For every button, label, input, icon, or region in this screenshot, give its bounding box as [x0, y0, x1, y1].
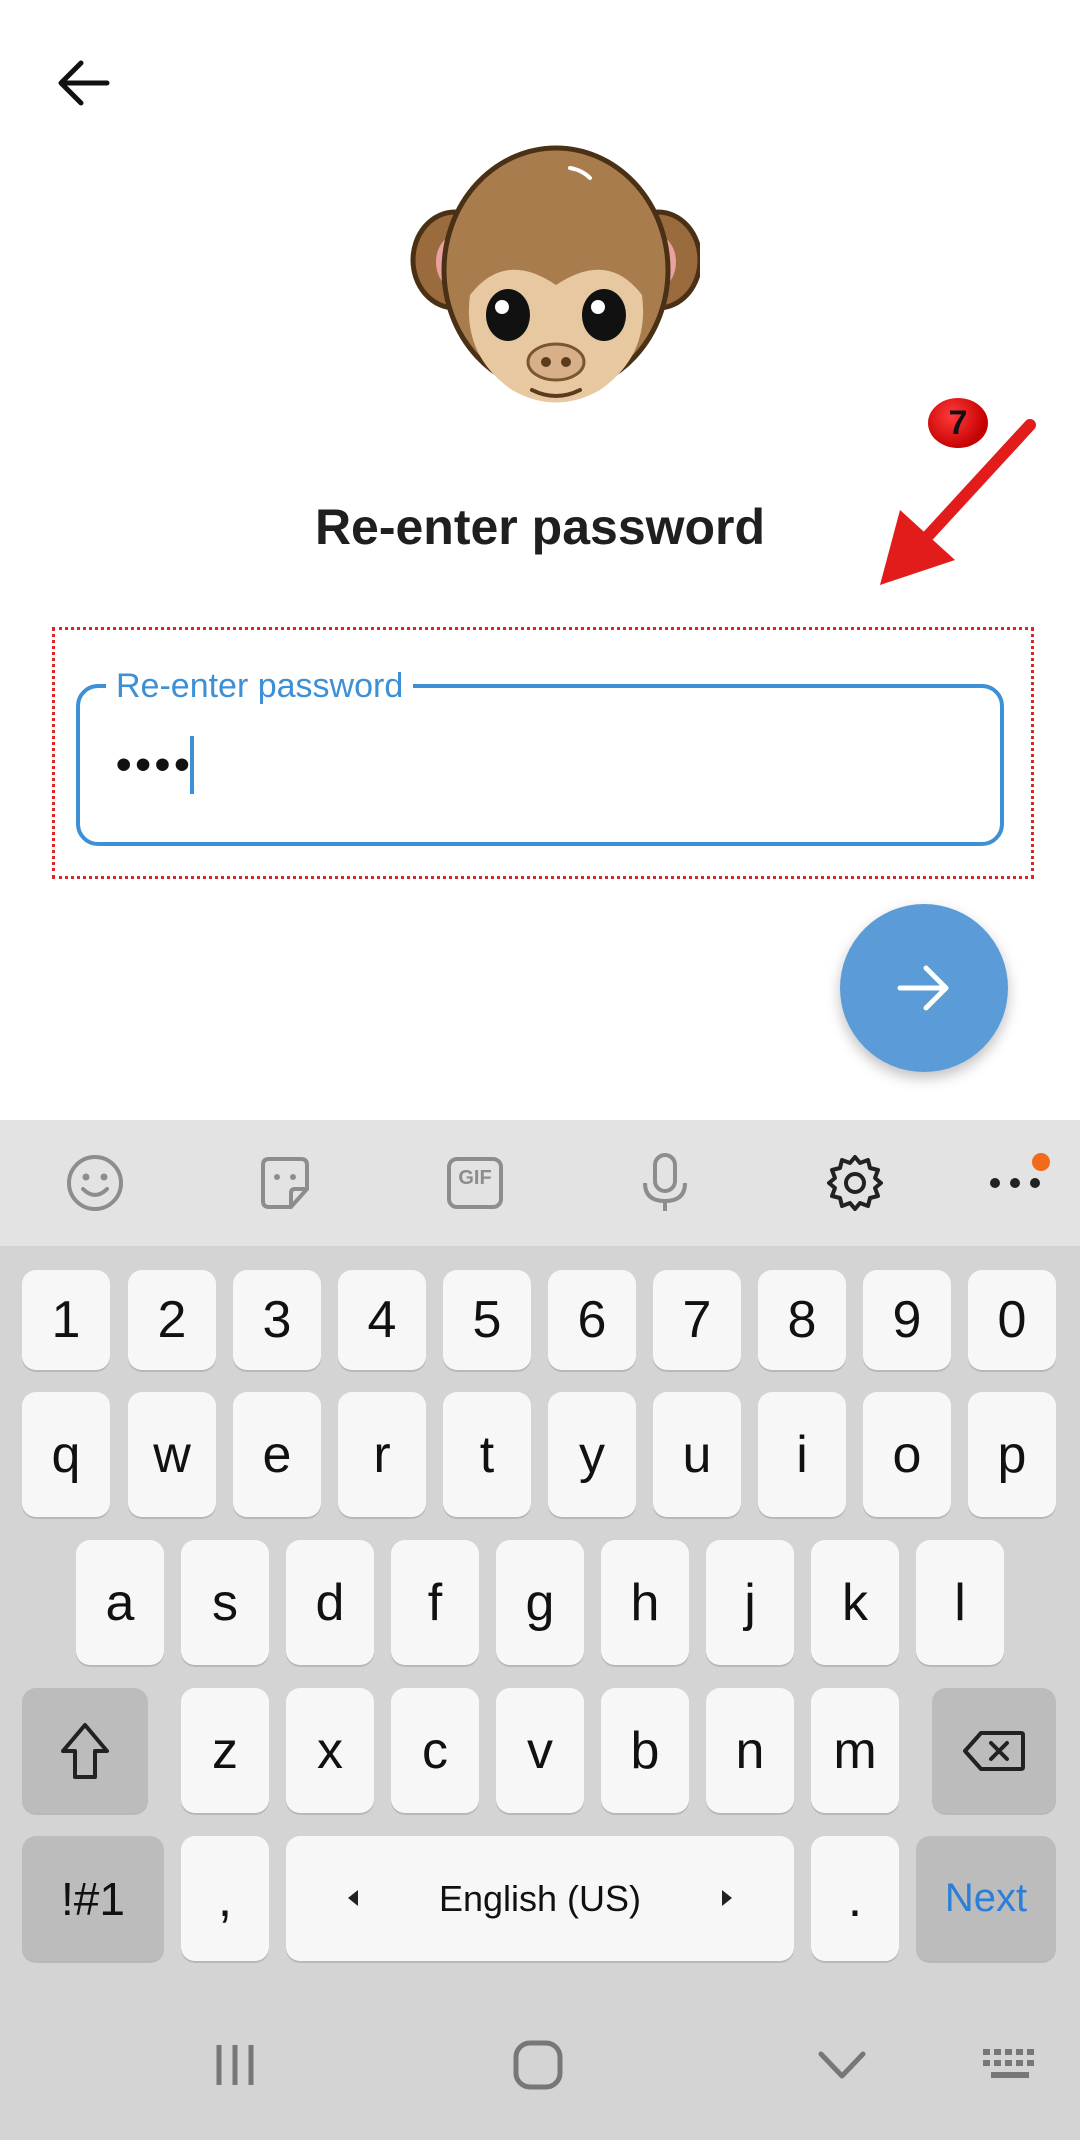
home-icon[interactable]: [493, 2030, 583, 2100]
comma-key[interactable]: ,: [181, 1836, 269, 1961]
key-8[interactable]: 8: [758, 1270, 846, 1370]
settings-gear-icon[interactable]: [820, 1148, 890, 1218]
arrow-right-icon: [897, 965, 949, 1011]
back-button[interactable]: [40, 40, 126, 126]
key-j[interactable]: j: [706, 1540, 794, 1665]
arrow-left-icon: [58, 60, 110, 106]
key-t[interactable]: t: [443, 1392, 531, 1517]
key-d[interactable]: d: [286, 1540, 374, 1665]
key-w[interactable]: w: [128, 1392, 216, 1517]
key-4[interactable]: 4: [338, 1270, 426, 1370]
key-v[interactable]: v: [496, 1688, 584, 1813]
backspace-key[interactable]: [932, 1688, 1056, 1813]
text-cursor: [190, 736, 194, 794]
key-c[interactable]: c: [391, 1688, 479, 1813]
key-m[interactable]: m: [811, 1688, 899, 1813]
key-b[interactable]: b: [601, 1688, 689, 1813]
annotation-step-badge: 7: [928, 398, 988, 448]
sticker-icon[interactable]: [250, 1148, 320, 1218]
key-e[interactable]: e: [233, 1392, 321, 1517]
shift-arrow-icon: [61, 1722, 109, 1779]
password-input-value: ••••: [116, 740, 194, 789]
key-n[interactable]: n: [706, 1688, 794, 1813]
microphone-icon[interactable]: [630, 1148, 700, 1218]
back-chevron-icon[interactable]: [797, 2030, 887, 2100]
key-s[interactable]: s: [181, 1540, 269, 1665]
key-h[interactable]: h: [601, 1540, 689, 1665]
key-5[interactable]: 5: [443, 1270, 531, 1370]
symbols-key[interactable]: !#1: [22, 1836, 164, 1961]
password-input[interactable]: [76, 684, 1004, 846]
key-r[interactable]: r: [338, 1392, 426, 1517]
notification-dot: [1032, 1153, 1050, 1171]
key-l[interactable]: l: [916, 1540, 1004, 1665]
key-k[interactable]: k: [811, 1540, 899, 1665]
key-y[interactable]: y: [548, 1392, 636, 1517]
password-input-label: Re-enter password: [106, 664, 414, 708]
key-q[interactable]: q: [22, 1392, 110, 1517]
key-a[interactable]: a: [76, 1540, 164, 1665]
key-3[interactable]: 3: [233, 1270, 321, 1370]
key-f[interactable]: f: [391, 1540, 479, 1665]
key-u[interactable]: u: [653, 1392, 741, 1517]
gif-label: GIF: [458, 1167, 492, 1189]
keyboard-toolbar: [0, 1120, 1080, 1246]
space-key[interactable]: English (US): [286, 1836, 794, 1961]
next-button[interactable]: [840, 904, 1008, 1072]
key-6[interactable]: 6: [548, 1270, 636, 1370]
next-key[interactable]: Next: [916, 1836, 1056, 1961]
key-9[interactable]: 9: [863, 1270, 951, 1370]
shift-key[interactable]: [22, 1688, 148, 1813]
space-key-label: English (US): [438, 1877, 642, 1919]
recents-icon[interactable]: [190, 2030, 280, 2100]
key-7[interactable]: 7: [653, 1270, 741, 1370]
period-key[interactable]: .: [811, 1836, 899, 1961]
keyboard-switch-icon[interactable]: [966, 2030, 1056, 2100]
key-p[interactable]: p: [968, 1392, 1056, 1517]
monkey-face-icon: [410, 140, 703, 420]
backspace-icon: [963, 1730, 1025, 1771]
gif-icon[interactable]: GIF: [440, 1148, 510, 1218]
key-2[interactable]: 2: [128, 1270, 216, 1370]
key-z[interactable]: z: [181, 1688, 269, 1813]
cursor-right-icon: [722, 1890, 732, 1906]
key-g[interactable]: g: [496, 1540, 584, 1665]
key-0[interactable]: 0: [968, 1270, 1056, 1370]
cursor-left-icon: [348, 1890, 358, 1906]
key-o[interactable]: o: [863, 1392, 951, 1517]
key-1[interactable]: 1: [22, 1270, 110, 1370]
key-i[interactable]: i: [758, 1392, 846, 1517]
key-x[interactable]: x: [286, 1688, 374, 1813]
emoji-icon[interactable]: [60, 1148, 130, 1218]
